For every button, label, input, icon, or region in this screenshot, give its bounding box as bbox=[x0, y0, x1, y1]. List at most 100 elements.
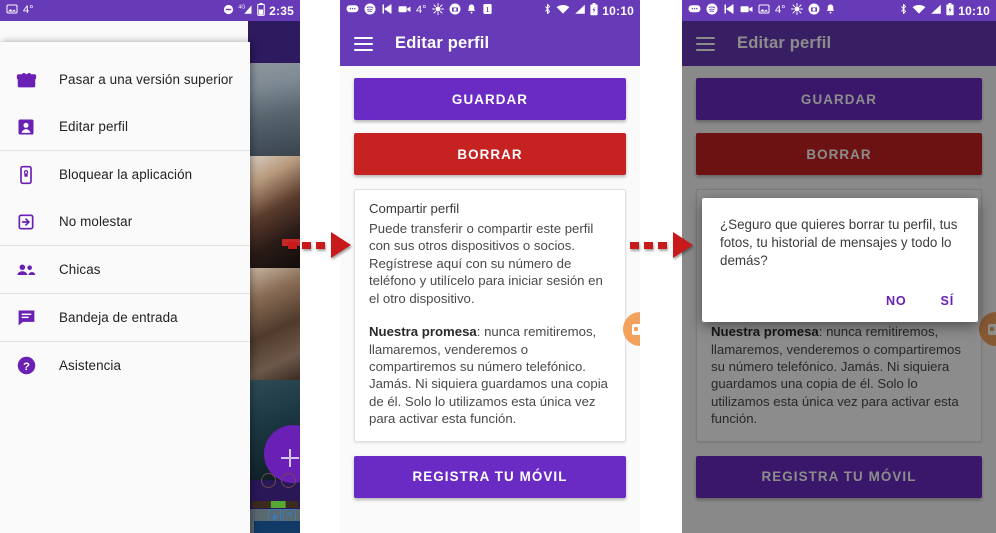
video-camera-icon bbox=[398, 4, 411, 17]
save-button[interactable]: GUARDAR bbox=[696, 78, 982, 120]
bluetooth-icon bbox=[543, 3, 552, 18]
drawer-item-inbox[interactable]: Bandeja de entrada bbox=[0, 294, 250, 341]
drawer-item-label: Pasar a una versión superior bbox=[59, 72, 233, 87]
signal-4g-icon: 4G bbox=[238, 3, 253, 18]
clock: 10:10 bbox=[958, 3, 990, 18]
status-bar-left-icons: 4° 1 bbox=[346, 3, 493, 18]
register-mobile-button[interactable]: REGISTRA TU MÓVIL bbox=[354, 455, 626, 498]
share-profile-card: Compartir perfil Puede transferir o comp… bbox=[354, 189, 626, 442]
status-bar-right-icons: 4G 2:35 bbox=[223, 2, 294, 19]
dialog-no-button[interactable]: NO bbox=[884, 288, 909, 314]
progress-indicator bbox=[252, 501, 298, 508]
promise-label: Nuestra promesa bbox=[711, 324, 819, 340]
arrow-head bbox=[673, 232, 693, 258]
drawer-screen-content: ✕ ga now bbox=[0, 21, 300, 533]
signal-icon bbox=[574, 4, 586, 18]
clock: 2:35 bbox=[269, 3, 294, 18]
screen-body-panel2: GUARDAR BORRAR Compartir perfil Puede tr… bbox=[340, 66, 640, 533]
bell-icon bbox=[466, 3, 477, 18]
image-icon bbox=[758, 3, 770, 18]
inbox-message-icon bbox=[14, 306, 38, 330]
camera-icon bbox=[449, 3, 461, 18]
drawer-item-support[interactable]: ? Asistencia bbox=[0, 342, 250, 389]
promise-text: : nunca remitiremos, llamaremos, vendere… bbox=[711, 324, 961, 427]
annotation-arrow-2 bbox=[630, 232, 693, 258]
temperature-label: 4° bbox=[416, 4, 427, 16]
dialog-yes-button[interactable]: SÍ bbox=[939, 288, 957, 314]
do-not-disturb-exit-icon bbox=[14, 210, 38, 234]
drawer-group: Bloquear la aplicación No molestar bbox=[0, 151, 250, 246]
status-bar-panel2: 4° 1 10:10 bbox=[340, 0, 640, 21]
svg-text:4G: 4G bbox=[238, 4, 245, 10]
card-paragraph-2: Nuestra promesa: nunca remitiremos, llam… bbox=[711, 323, 967, 428]
arrow-head bbox=[331, 232, 351, 258]
app-bar-panel3: Editar perfil bbox=[682, 21, 996, 66]
drawer-item-upgrade[interactable]: Pasar a una versión superior bbox=[0, 56, 250, 103]
phone-panel-confirm-dialog: 4° 10:10 Editar perfil GUARDAR BORRAR Nu… bbox=[682, 0, 996, 533]
arrow-dash bbox=[644, 241, 653, 249]
background-appbar bbox=[248, 21, 300, 63]
wifi-icon bbox=[912, 4, 926, 18]
sms-icon bbox=[688, 4, 701, 17]
signal-icon bbox=[930, 4, 942, 18]
info-icon: 1 bbox=[482, 3, 493, 18]
dialog-actions: NO SÍ bbox=[720, 288, 960, 314]
drawer-item-label: Bandeja de entrada bbox=[59, 310, 178, 325]
hamburger-menu-icon[interactable] bbox=[696, 36, 715, 51]
drawer-group: Bandeja de entrada bbox=[0, 294, 250, 342]
ad-body[interactable] bbox=[254, 521, 300, 533]
drawer-group: Pasar a una versión superior Editar perf… bbox=[0, 56, 250, 151]
annotation-arrow-1 bbox=[288, 232, 351, 258]
settings-sun-icon bbox=[431, 3, 444, 18]
camera-icon bbox=[808, 3, 820, 18]
settings-sun-icon bbox=[790, 3, 803, 18]
status-bar-left-icons: 4° bbox=[688, 3, 836, 18]
photo-thumbnail bbox=[248, 268, 300, 380]
navigation-drawer: Pasar a una versión superior Editar perf… bbox=[0, 42, 250, 533]
hamburger-menu-icon[interactable] bbox=[354, 36, 373, 51]
drawer-group: Chicas bbox=[0, 246, 250, 294]
save-button[interactable]: GUARDAR bbox=[354, 78, 626, 120]
temperature-label: 4° bbox=[775, 4, 786, 16]
drawer-item-label: No molestar bbox=[59, 214, 133, 229]
drawer-item-girls[interactable]: Chicas bbox=[0, 246, 250, 293]
drawer-item-do-not-disturb[interactable]: No molestar bbox=[0, 198, 250, 245]
spotify-icon bbox=[706, 3, 718, 18]
drawer-item-lock-app[interactable]: Bloquear la aplicación bbox=[0, 151, 250, 198]
card-paragraph-1: Puede transferir o compartir este perfil… bbox=[369, 221, 603, 306]
phone-panel-drawer: 4° 4G 2:35 ✕ Pasar a una versión superio… bbox=[0, 0, 300, 533]
delete-button[interactable]: BORRAR bbox=[696, 133, 982, 175]
status-bar-panel1: 4° 4G 2:35 bbox=[0, 0, 300, 21]
sms-icon bbox=[346, 4, 359, 17]
arrow-dash bbox=[302, 241, 311, 249]
battery-icon bbox=[257, 2, 265, 19]
video-camera-icon bbox=[740, 4, 753, 17]
dialog-message: ¿Seguro que quieres borrar tu perfil, tu… bbox=[720, 217, 958, 268]
battery-charging-icon bbox=[946, 2, 954, 19]
drawer-item-label: Chicas bbox=[59, 262, 101, 277]
drawer-top-spacer bbox=[0, 42, 250, 56]
register-mobile-button[interactable]: REGISTRA TU MÓVIL bbox=[696, 455, 982, 498]
promise-label: Nuestra promesa bbox=[369, 324, 477, 340]
status-bar-right-icons: 10:10 bbox=[899, 2, 990, 19]
card-title: Compartir perfil bbox=[369, 201, 460, 216]
background-photo-list: ✕ ga now bbox=[248, 21, 300, 533]
drawer-item-edit-profile[interactable]: Editar perfil bbox=[0, 103, 250, 150]
arrow-dash bbox=[658, 241, 667, 249]
help-circle-icon: ? bbox=[14, 354, 38, 378]
plus-icon bbox=[280, 448, 300, 468]
video-camera-fab-icon bbox=[987, 323, 996, 335]
temperature-label: 4° bbox=[23, 4, 34, 16]
reaction-circles bbox=[248, 473, 300, 489]
clock: 10:10 bbox=[602, 3, 634, 18]
wifi-icon bbox=[556, 4, 570, 18]
bluetooth-icon bbox=[899, 3, 908, 18]
bell-icon bbox=[825, 3, 836, 18]
upgrade-gift-icon bbox=[14, 68, 38, 92]
people-icon bbox=[14, 258, 38, 282]
delete-button[interactable]: BORRAR bbox=[354, 133, 626, 175]
image-icon bbox=[6, 3, 18, 18]
arrow-dash bbox=[630, 241, 639, 249]
app-bar-panel2: Editar perfil bbox=[340, 21, 640, 66]
app-icon bbox=[723, 3, 735, 18]
